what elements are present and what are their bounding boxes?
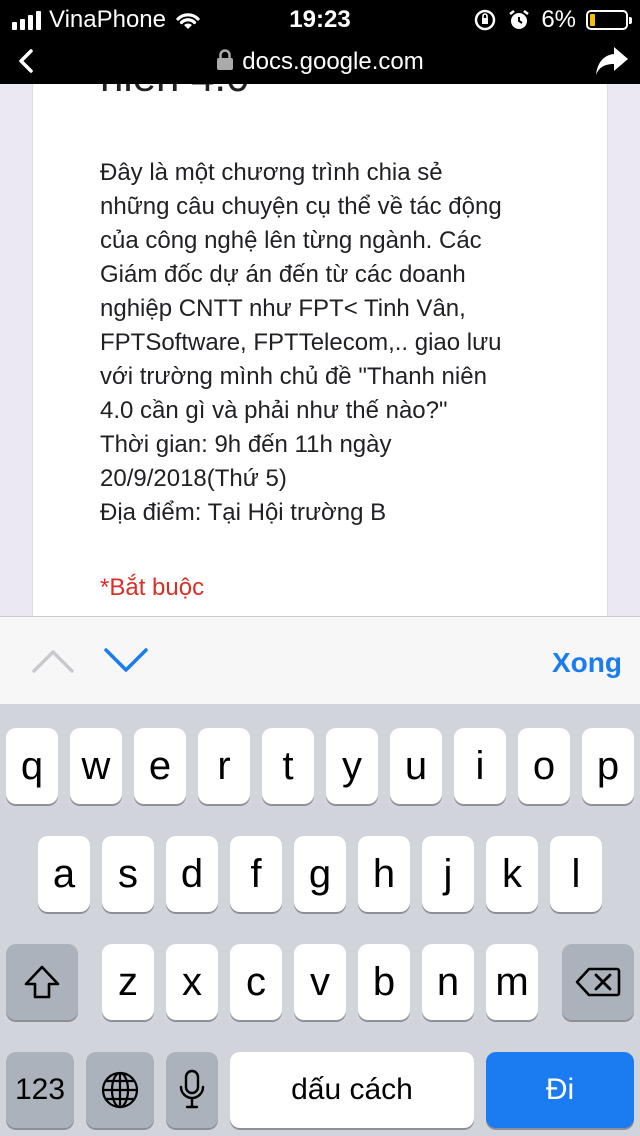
key-g[interactable]: g: [294, 836, 346, 912]
status-bar: VinaPhone 19:23 6%: [0, 0, 640, 40]
key-e[interactable]: e: [134, 728, 186, 804]
description-line: 4.0 cần gì và phải như thế nào?": [100, 397, 448, 424]
description-line: Địa điểm: Tại Hội trường B: [100, 499, 387, 526]
share-icon[interactable]: [594, 44, 630, 78]
key-c[interactable]: c: [230, 944, 282, 1020]
key-x[interactable]: x: [166, 944, 218, 1020]
microphone-icon: [179, 1069, 205, 1109]
form-description: Đây là một chương trình chia sẻ những câu…: [100, 156, 580, 530]
url-bar: docs.google.com: [0, 40, 640, 84]
description-line: FPTSoftware, FPTTelecom,.. giao lưu: [100, 329, 502, 356]
description-line: 20/9/2018(Thứ 5): [100, 465, 287, 492]
globe-key[interactable]: [86, 1052, 154, 1128]
key-t[interactable]: t: [262, 728, 314, 804]
battery-icon: [586, 10, 632, 30]
alarm-icon: [509, 10, 530, 29]
key-j[interactable]: j: [422, 836, 474, 912]
globe-icon: [101, 1071, 139, 1109]
go-key[interactable]: Đi: [486, 1052, 634, 1128]
key-u[interactable]: u: [390, 728, 442, 804]
battery-percent: 6%: [541, 6, 576, 33]
key-r[interactable]: r: [198, 728, 250, 804]
previous-field-icon[interactable]: [32, 647, 74, 673]
description-line: Giám đốc dự án đến từ các doanh: [100, 261, 466, 288]
rotation-lock-icon: [475, 9, 496, 31]
next-field-icon[interactable]: [104, 647, 148, 673]
url-text: docs.google.com: [242, 48, 424, 75]
delete-icon: [575, 967, 621, 997]
url-display[interactable]: docs.google.com: [0, 48, 640, 76]
dictation-key[interactable]: [166, 1052, 218, 1128]
key-n[interactable]: n: [422, 944, 474, 1020]
lock-icon: [217, 49, 234, 70]
top-bar: VinaPhone 19:23 6% docs.google.com: [0, 0, 640, 84]
keyboard-accessory-bar: Xong: [0, 616, 640, 704]
key-h[interactable]: h: [358, 836, 410, 912]
key-a[interactable]: a: [38, 836, 90, 912]
shift-icon: [24, 965, 60, 999]
key-y[interactable]: y: [326, 728, 378, 804]
description-line: với trường mình chủ đề "Thanh niên: [100, 363, 487, 390]
shift-key[interactable]: [6, 944, 78, 1020]
key-f[interactable]: f: [230, 836, 282, 912]
key-w[interactable]: w: [70, 728, 122, 804]
backspace-key[interactable]: [562, 944, 634, 1020]
key-s[interactable]: s: [102, 836, 154, 912]
done-button[interactable]: Xong: [552, 647, 622, 679]
key-q[interactable]: q: [6, 728, 58, 804]
key-b[interactable]: b: [358, 944, 410, 1020]
space-key[interactable]: dấu cách: [230, 1052, 474, 1128]
numbers-key[interactable]: 123: [6, 1052, 74, 1128]
key-z[interactable]: z: [102, 944, 154, 1020]
key-o[interactable]: o: [518, 728, 570, 804]
description-line: của công nghệ lên từng ngành. Các: [100, 227, 482, 254]
key-p[interactable]: p: [582, 728, 634, 804]
description-line: nghiệp CNTT như FPT< Tinh Vân,: [100, 295, 466, 322]
key-l[interactable]: l: [550, 836, 602, 912]
description-line: những câu chuyện cụ thể về tác động: [100, 193, 502, 220]
key-v[interactable]: v: [294, 944, 346, 1020]
key-k[interactable]: k: [486, 836, 538, 912]
key-m[interactable]: m: [486, 944, 538, 1020]
key-i[interactable]: i: [454, 728, 506, 804]
key-d[interactable]: d: [166, 836, 218, 912]
description-line: Đây là một chương trình chia sẻ: [100, 159, 443, 186]
keyboard: 123 dấu cách Đi qwertyuiop asdfghjkl zxcvb…: [0, 704, 640, 1136]
status-right: 6%: [473, 6, 632, 34]
required-note: *Bắt buộc: [100, 574, 205, 601]
description-line: Thời gian: 9h đến 11h ngày: [100, 431, 392, 458]
